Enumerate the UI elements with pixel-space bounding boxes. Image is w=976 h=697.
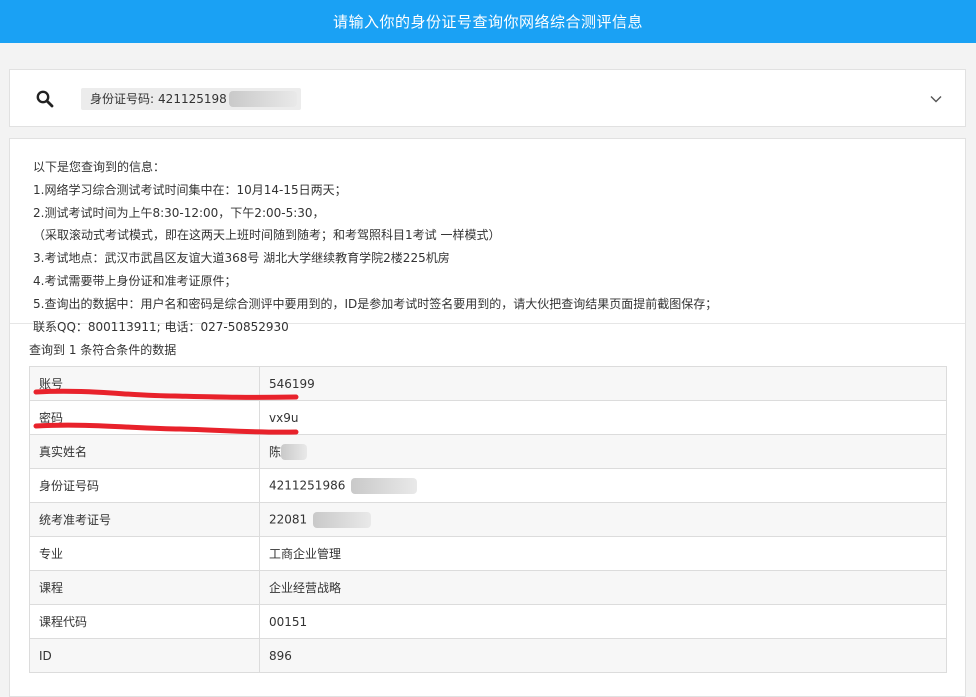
table-row: 真实姓名 陈 [29,434,947,469]
row-label: 课程 [29,570,260,605]
row-value: 工商企业管理 [259,536,947,571]
search-tag-value: 421125198 [158,92,227,106]
row-value: 企业经营战略 [259,570,947,605]
notice-line: （采取滚动式考试模式，即在这两天上班时间随到随考；和考驾照科目1考试 一样模式） [33,228,501,243]
row-value: 4211251986 [269,478,346,492]
search-icon[interactable] [35,89,55,109]
notice-line: 联系QQ：800113911; 电话：027-50852930 [33,319,289,334]
table-row: 统考准考证号 22081 [29,502,947,537]
row-value-cell: 4211251986 [259,468,947,503]
table-row: 账号 546199 [29,366,947,401]
redacted-blur [228,91,297,107]
row-label: 统考准考证号 [29,502,260,537]
row-value-cell: 22081 [259,502,947,537]
row-label: 密码 [29,400,260,435]
notice-text: 以下是您查询到的信息： 1.网络学习综合测试考试时间集中在：10月14-15日两… [10,139,965,334]
redacted-blur [313,511,372,528]
row-value: 546199 [259,366,947,401]
row-value: 896 [259,638,947,673]
row-value: 22081 [269,512,308,526]
search-id-tag[interactable]: 身份证号码: 421125198 [81,88,301,110]
table-row: 专业 工商企业管理 [29,536,947,571]
row-value: vx9u [259,400,947,435]
header-title: 请输入你的身份证号查询你网络综合测评信息 [332,13,643,31]
row-label: 课程代码 [29,604,260,639]
notice-line: 5.查询出的数据中：用户名和密码是综合测评中要用到的，ID是参加考试时签名要用到… [33,296,718,311]
chevron-down-icon[interactable] [929,92,943,106]
row-label: 账号 [29,366,260,401]
notice-line: 2.测试考试时间为上午8:30-12:00，下午2:00-5:30， [33,205,325,220]
table-row: ID 896 [29,638,947,673]
notice-line: 3.考试地点：武汉市武昌区友谊大道368号 湖北大学继续教育学院2楼225机房 [33,251,450,266]
notice-line: 以下是您查询到的信息： [33,160,166,174]
table-row: 课程 企业经营战略 [29,570,947,605]
search-tag-label: 身份证号码: [90,92,155,106]
table-row: 课程代码 00151 [29,604,947,639]
notice-line: 4.考试需要带上身份证和准考证原件； [33,273,237,288]
row-value-cell: 陈 [259,434,947,469]
row-label: 专业 [29,536,260,571]
redacted-blur [351,477,418,494]
page-header: 请输入你的身份证号查询你网络综合测评信息 [0,0,976,43]
result-count: 查询到 1 条符合条件的数据 [29,343,177,357]
redacted-blur [280,444,307,461]
row-value: 陈 [269,444,282,459]
table-row: 密码 vx9u [29,400,947,435]
result-panel: 以下是您查询到的信息： 1.网络学习综合测试考试时间集中在：10月14-15日两… [9,138,966,697]
table-row: 身份证号码 4211251986 [29,468,947,503]
search-bar[interactable]: 身份证号码: 421125198 [9,69,966,127]
notice-line: 1.网络学习综合测试考试时间集中在：10月14-15日两天； [33,182,347,197]
row-label: 真实姓名 [29,434,260,469]
result-table: 账号 546199 密码 vx9u 真实姓名 陈 身份证号码 421125198… [29,366,947,673]
row-label: ID [29,638,260,673]
row-value: 00151 [259,604,947,639]
row-label: 身份证号码 [29,468,260,503]
